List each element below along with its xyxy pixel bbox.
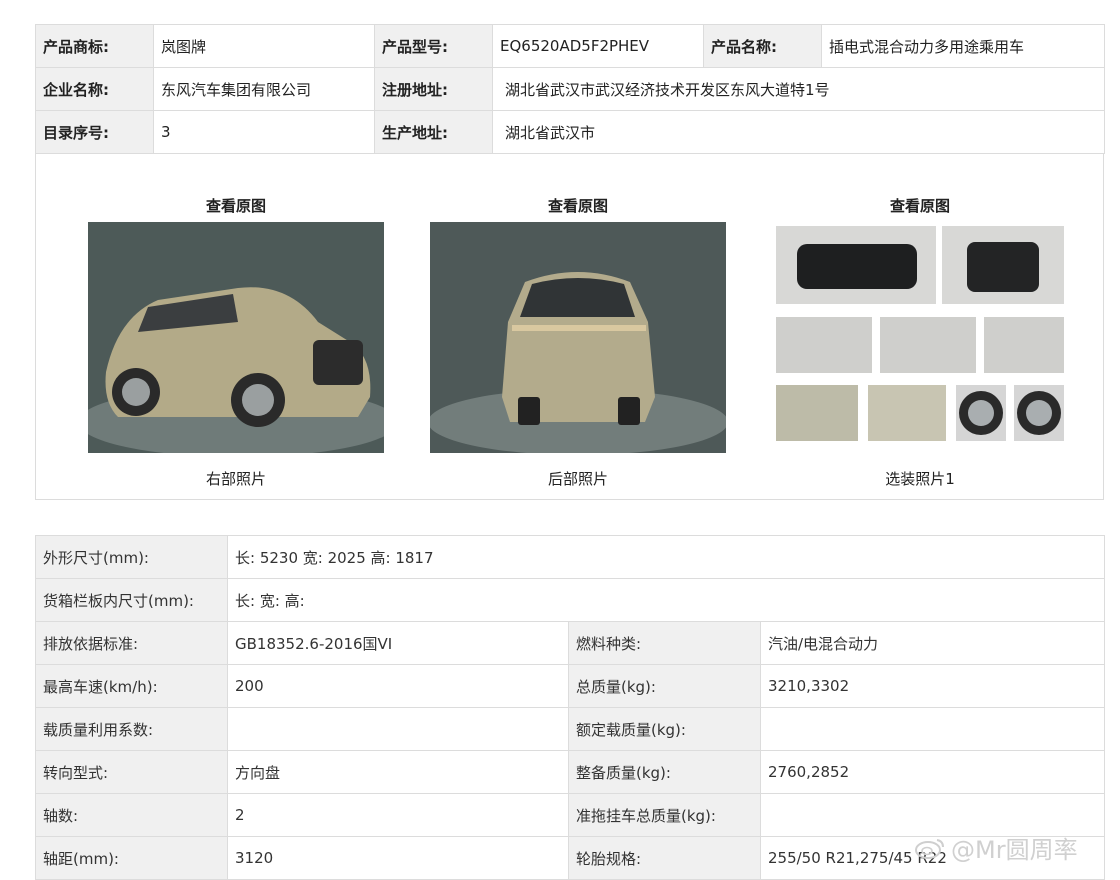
catalog-value: 3	[153, 110, 375, 154]
catalog-label: 目录序号:	[35, 110, 154, 154]
photo-caption: 选装照片1	[885, 470, 955, 488]
photo-right: 查看原图 右部照片	[86, 153, 386, 499]
speed-value: 200	[227, 664, 569, 708]
emission-value: GB18352.6-2016国VI	[227, 621, 569, 665]
photo-options: 查看原图 选装照片1	[770, 153, 1070, 499]
model-value: EQ6520AD5F2PHEV	[492, 24, 704, 68]
company-label: 企业名称:	[35, 67, 154, 111]
curb-mass-value: 2760,2852	[759, 750, 1106, 794]
rated-load-value	[759, 707, 1106, 751]
dims-label: 外形尺寸(mm):	[35, 535, 228, 579]
curb-mass-label: 整备质量(kg):	[568, 750, 761, 794]
axles-value: 2	[227, 793, 569, 837]
speed-label: 最高车速(km/h):	[35, 664, 228, 708]
basic-info-table: 产品商标: 岚图牌 产品型号: EQ6520AD5F2PHEV 产品名称: 插电…	[35, 24, 1105, 154]
total-mass-value: 3210,3302	[759, 664, 1106, 708]
steering-label: 转向型式:	[35, 750, 228, 794]
emission-label: 排放依据标准:	[35, 621, 228, 665]
table-row: 外形尺寸(mm): 长: 5230 宽: 2025 高: 1817	[35, 535, 1106, 579]
company-value: 东风汽车集团有限公司	[153, 67, 375, 111]
wheelbase-value: 3120	[227, 836, 569, 880]
spec-table: 外形尺寸(mm): 长: 5230 宽: 2025 高: 1817 货箱栏板内尺…	[35, 535, 1106, 880]
view-original-link[interactable]: 查看原图	[86, 195, 386, 216]
prod-address-value: 湖北省武汉市	[492, 110, 1105, 154]
cargo-value: 长: 宽: 高:	[226, 578, 1106, 622]
load-coef-label: 载质量利用系数:	[35, 707, 228, 751]
view-original-link[interactable]: 查看原图	[428, 195, 728, 216]
prod-address-label: 生产地址:	[374, 110, 493, 154]
wheelbase-label: 轴距(mm):	[35, 836, 228, 880]
cargo-label: 货箱栏板内尺寸(mm):	[35, 578, 228, 622]
reg-address-label: 注册地址:	[374, 67, 493, 111]
table-row: 转向型式: 方向盘 整备质量(kg): 2760,2852	[35, 750, 1106, 794]
brand-label: 产品商标:	[35, 24, 154, 68]
product-name-label: 产品名称:	[703, 24, 822, 68]
tire-label: 轮胎规格:	[568, 836, 761, 880]
rear-car-image[interactable]	[430, 222, 726, 453]
product-name-value: 插电式混合动力多用途乘用车	[821, 24, 1105, 68]
table-row: 货箱栏板内尺寸(mm): 长: 宽: 高:	[35, 578, 1106, 622]
model-label: 产品型号:	[374, 24, 493, 68]
table-row: 最高车速(km/h): 200 总质量(kg): 3210,3302	[35, 664, 1106, 708]
view-original-link[interactable]: 查看原图	[770, 195, 1070, 216]
total-mass-label: 总质量(kg):	[568, 664, 761, 708]
watermark-text: @Mr圆周率	[951, 836, 1078, 864]
table-row: 载质量利用系数: 额定载质量(kg):	[35, 707, 1106, 751]
brand-value: 岚图牌	[153, 24, 375, 68]
axles-label: 轴数:	[35, 793, 228, 837]
photo-caption: 后部照片	[547, 470, 608, 488]
steering-value: 方向盘	[227, 750, 569, 794]
table-row: 排放依据标准: GB18352.6-2016国VI 燃料种类: 汽油/电混合动力	[35, 621, 1106, 665]
options-collage-image[interactable]	[772, 222, 1068, 453]
table-row: 产品商标: 岚图牌 产品型号: EQ6520AD5F2PHEV 产品名称: 插电…	[35, 24, 1105, 68]
rated-load-label: 额定载质量(kg):	[568, 707, 761, 751]
table-row: 目录序号: 3 生产地址: 湖北省武汉市	[35, 110, 1105, 154]
table-row: 企业名称: 东风汽车集团有限公司 注册地址: 湖北省武汉市武汉经济技术开发区东风…	[35, 67, 1105, 111]
photo-caption: 右部照片	[205, 470, 266, 488]
photo-rear: 查看原图 后部照片	[428, 153, 728, 499]
load-coef-value	[227, 707, 569, 751]
weibo-watermark: @Mr圆周率	[915, 830, 1078, 866]
weibo-logo-icon	[915, 836, 945, 866]
fuel-label: 燃料种类:	[568, 621, 761, 665]
fuel-value: 汽油/电混合动力	[759, 621, 1106, 665]
photo-gallery: 查看原图 右部照片 查看原图 后部照片 查看原图 选装照片1	[35, 153, 1104, 500]
reg-address-value: 湖北省武汉市武汉经济技术开发区东风大道特1号	[492, 67, 1105, 111]
right-side-car-image[interactable]	[88, 222, 384, 453]
dims-value: 长: 5230 宽: 2025 高: 1817	[226, 535, 1106, 579]
trailer-label: 准拖挂车总质量(kg):	[568, 793, 761, 837]
